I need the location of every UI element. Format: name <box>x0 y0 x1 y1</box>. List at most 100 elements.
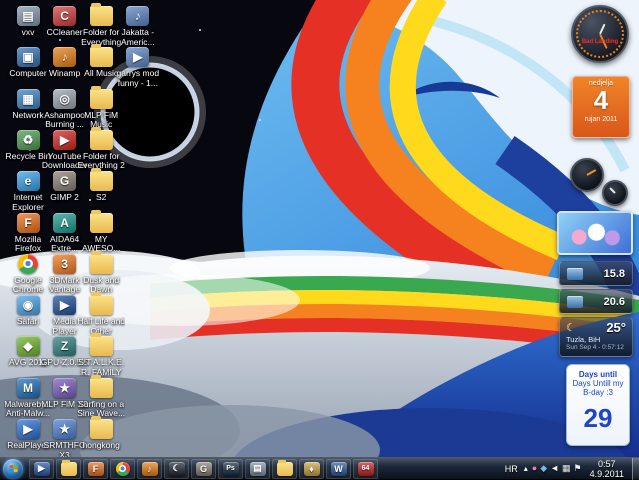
moon-icon: ☾ <box>566 321 576 334</box>
taskbar-button-folder[interactable] <box>272 459 297 479</box>
desktop-icon-folder-for-everything-2[interactable]: Folder for Everything 2 <box>77 130 125 171</box>
folder-for-everything-2-icon <box>90 130 113 150</box>
weather-updated: Sun Sep 4 - 0:57:12 <box>566 344 626 351</box>
taskbar-button-google-chrome[interactable] <box>110 459 135 479</box>
gimp-2-icon: G <box>53 171 76 191</box>
taskbar-button-media-player-classic[interactable]: ▶ <box>29 459 54 479</box>
mozilla-firefox-icon: F <box>88 462 104 476</box>
gpu-z-0-5-5-icon: Z <box>53 336 76 356</box>
malwareby-anti-malw-icon: M <box>17 378 40 398</box>
tray-action-center-icon[interactable]: ⚑ <box>574 464 582 473</box>
mlp-fim-x3-icon: ★ <box>53 378 76 398</box>
countdown-event-line1: Days Untill my <box>567 379 629 388</box>
desktop-icon-hongkong[interactable]: hongkong <box>77 419 125 451</box>
system-tray: HR ▴ ●◆◄▦⚑ 0:57 4.9.2011 <box>499 458 639 479</box>
weather-temp: 25° <box>606 320 626 335</box>
tray-update-tray-icon[interactable]: ◆ <box>540 464 547 473</box>
desktop-icon-my-aweso[interactable]: MY AWESO... <box>77 213 125 254</box>
mozilla-firefox-icon: F <box>17 213 40 233</box>
slideshow-gadget[interactable] <box>557 211 633 255</box>
eclipse-viewer-icon: ☾ <box>169 462 185 476</box>
taskbar-button-winamp[interactable]: ♪ <box>137 459 162 479</box>
drive-icon <box>567 268 583 280</box>
countdown-gadget[interactable]: Days until Days Untill my B-day :3 29 <box>566 364 630 446</box>
analog-clock-face: Bad Landing <box>576 10 624 58</box>
weather-location: Tuzla, BiH <box>566 335 626 344</box>
desktop-icon-dusk-and-dawn[interactable]: Dusk and Dawn <box>77 254 125 295</box>
word-icon: W <box>331 462 347 476</box>
youtube-downloader-icon: ▶ <box>53 130 76 150</box>
my-aweso-icon <box>90 213 113 233</box>
taskbar-button-eclipse-viewer[interactable]: ☾ <box>164 459 189 479</box>
desktop-icon-mlp-fim-music[interactable]: MLP FiM Music <box>77 89 125 130</box>
ashampoo-burning-icon: ◎ <box>53 89 76 109</box>
google-chrome-icon <box>116 462 130 476</box>
desktop-icon-garrys-mod-funny-1[interactable]: ▶garrys mod funny - 1... <box>114 47 162 88</box>
calendar-gadget[interactable]: nedjelja 4 rujan 2011 <box>572 76 630 138</box>
recycle-bin-icon: ♻ <box>17 130 40 150</box>
jakatta-americ-icon: ♪ <box>126 6 149 26</box>
countdown-title: Days until <box>567 370 629 379</box>
desktop-icon-label: Jakatta - Americ... <box>114 28 162 47</box>
cpu-dial <box>570 158 604 192</box>
calendar-day: 4 <box>573 87 629 114</box>
desktop-icon-label: Folder for Everything 2 <box>77 152 125 171</box>
meter-bottom-value: 20.6 <box>604 296 625 308</box>
show-hidden-icons-button[interactable]: ▴ <box>524 464 528 473</box>
clock-gadget[interactable]: Bad Landing <box>571 5 629 63</box>
google-chrome-icon <box>18 254 38 274</box>
desktop-icon-label: garrys mod funny - 1... <box>114 69 162 88</box>
desktop-icon-jakatta-americ[interactable]: ♪ Jakatta - Americ... <box>114 6 162 47</box>
taskbar-button-word[interactable]: W <box>326 459 351 479</box>
computer-icon: ▣ <box>17 47 40 67</box>
all-music-icon <box>90 47 113 67</box>
windows-logo-icon <box>7 462 20 475</box>
weather-gadget[interactable]: ☾ 25° Tuzla, BiH Sun Sep 4 - 0:57:12 <box>559 317 633 357</box>
desktop-icon-grid: ▤vxv▣Computer▦Network♻Recycle BineIntern… <box>4 0 304 457</box>
network-icon: ▦ <box>17 89 40 109</box>
desktop-icon-label: MLP FiM Music <box>77 111 125 130</box>
taskbar-button-mozilla-firefox[interactable]: F <box>83 459 108 479</box>
taskbar-button-photoshop-psd[interactable]: Ps <box>218 459 243 479</box>
desktop: ▤vxv▣Computer▦Network♻Recycle BineIntern… <box>0 0 639 457</box>
cpu-meter-gadget[interactable] <box>570 156 630 206</box>
tray-media-tray-icon[interactable]: ● <box>532 464 537 473</box>
countdown-days: 29 <box>567 403 629 434</box>
srmthfg-x3-icon: ★ <box>53 419 76 439</box>
desktop-icon-s-t-a-l-k-e-r-family-ri[interactable]: S.T.A.L.K.E.R. FAMILY RI... <box>77 336 125 377</box>
ram-dial <box>602 180 628 206</box>
tray-network-icon[interactable]: ▦ <box>562 464 571 473</box>
dusk-and-dawn-icon <box>90 254 113 274</box>
tray-icons: ●◆◄▦⚑ <box>532 464 582 473</box>
desktop-icon-label: hongkong <box>77 441 125 451</box>
desktop-icon-s2[interactable]: S2 <box>77 171 125 203</box>
meter-gadget-top[interactable]: 15.8 <box>559 261 633 286</box>
start-button[interactable] <box>3 459 23 479</box>
desktop-icon-half-life-and-other-games[interactable]: Half Life and Other Games <box>77 295 125 336</box>
taskbar-button-notepad[interactable]: ▤ <box>245 459 270 479</box>
desktop-icon-label: Half Life and Other Games <box>77 317 125 336</box>
meter-gadget-bottom[interactable]: 20.6 <box>559 289 633 314</box>
core-temp-64-icon: 64 <box>358 462 374 476</box>
show-desktop-button[interactable] <box>632 458 639 480</box>
taskbar-button-windows-explorer[interactable] <box>56 459 81 479</box>
winamp-icon: ♪ <box>53 47 76 67</box>
taskbar-button-gimp[interactable]: G <box>191 459 216 479</box>
aida64-extre-icon: A <box>53 213 76 233</box>
folder-icon <box>277 462 293 476</box>
tray-time: 0:57 <box>590 459 624 469</box>
taskbar-button-core-temp-64[interactable]: 64 <box>353 459 378 479</box>
taskbar-button-media-app[interactable]: ♦ <box>299 459 324 479</box>
clock-label: Bad Landing <box>578 39 622 45</box>
internet-explorer-icon: e <box>17 171 40 191</box>
drive-icon <box>567 296 583 308</box>
desktop-icon-label: S2 <box>77 193 125 203</box>
media-player-classic-icon: ▶ <box>53 295 76 315</box>
folder-for-everything-icon <box>90 6 113 26</box>
language-indicator[interactable]: HR <box>503 464 520 474</box>
taskbar-clock[interactable]: 0:57 4.9.2011 <box>586 459 628 479</box>
media-player-classic-icon: ▶ <box>34 462 50 476</box>
tray-volume-icon[interactable]: ◄ <box>550 464 559 473</box>
desktop-icon-label: Dusk and Dawn <box>77 276 125 295</box>
desktop-icon-surfing-on-a-sine-wave[interactable]: Surfing on a Sine Wave... <box>77 378 125 419</box>
